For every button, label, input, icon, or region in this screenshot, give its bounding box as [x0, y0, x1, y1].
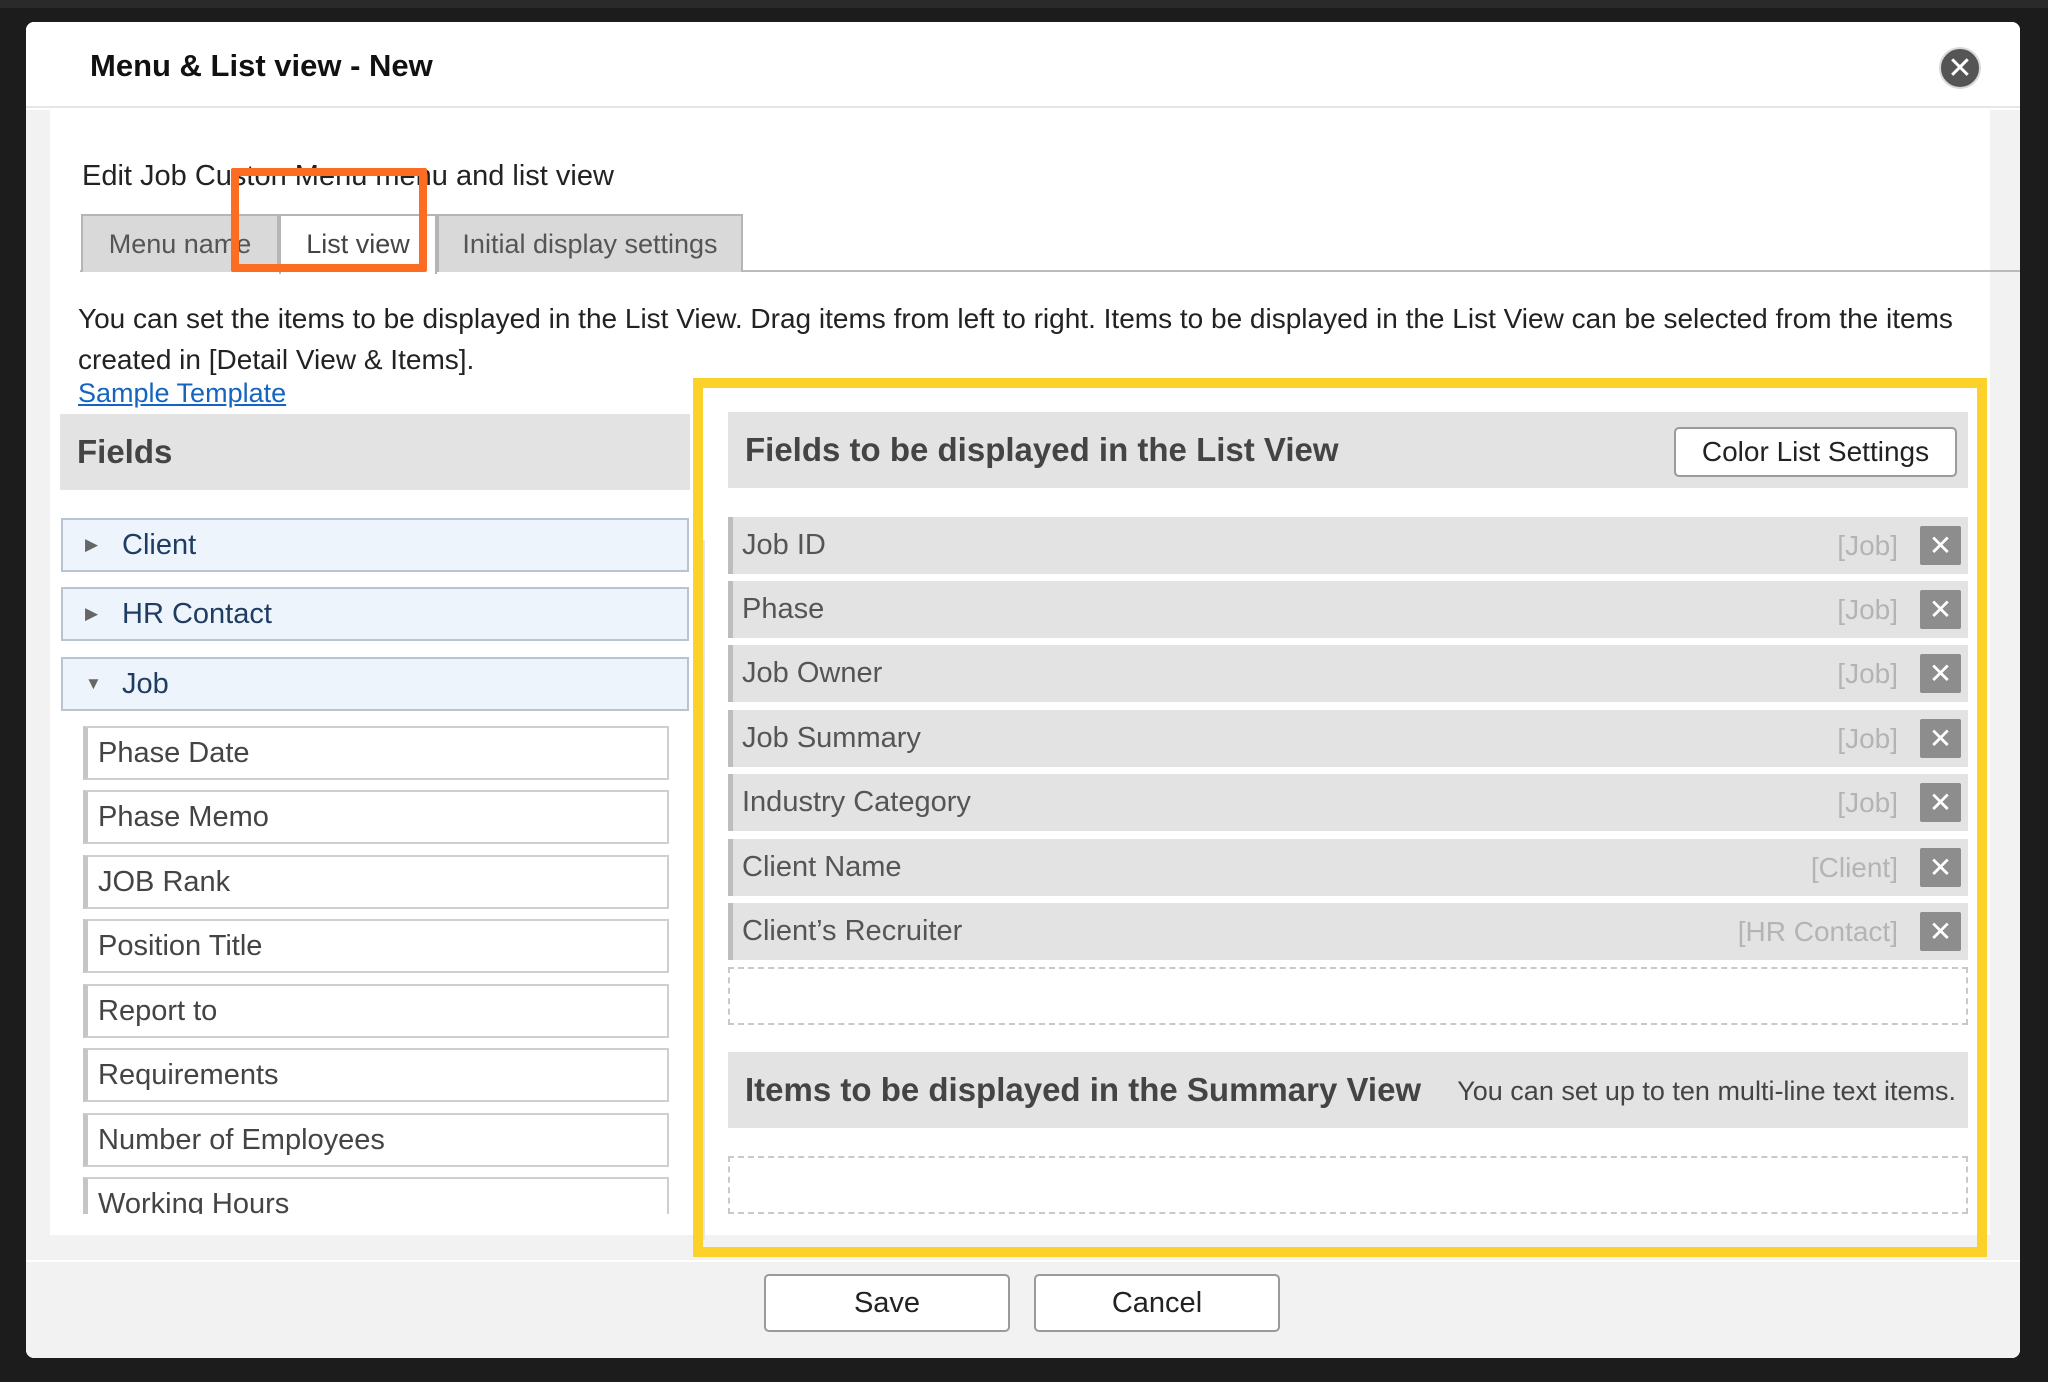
list-view-heading: Fields to be displayed in the List View: [745, 431, 1339, 468]
list-view-heading-bar: Fields to be displayed in the List View …: [728, 412, 1968, 488]
field-group-label: Client: [122, 529, 197, 561]
caret-down-icon: ▼: [85, 674, 102, 693]
remove-icon[interactable]: ✕: [1920, 590, 1961, 629]
tab-highlight-box: [231, 168, 427, 272]
selected-field-row[interactable]: Phase [Job] ✕: [728, 581, 1968, 638]
remove-icon[interactable]: ✕: [1920, 719, 1961, 758]
caret-right-icon: ▶: [85, 535, 99, 554]
field-group-label: Job: [122, 668, 169, 700]
selected-field-label: Client’s Recruiter: [742, 915, 963, 947]
selected-field-row[interactable]: Job ID [Job] ✕: [728, 517, 1968, 574]
list-view-dropzone[interactable]: [728, 967, 1968, 1025]
field-group-label: HR Contact: [122, 598, 272, 630]
summary-view-heading-bar: Items to be displayed in the Summary Vie…: [728, 1052, 1968, 1128]
selected-field-category: [Job]: [1837, 658, 1898, 689]
fields-heading: Fields: [60, 414, 690, 490]
list-view-description: You can set the items to be displayed in…: [78, 303, 1953, 375]
field-item[interactable]: Phase Memo: [83, 790, 669, 844]
fields-panel: Fields ▶ Client ▶ HR Contact ▼ Job Phase…: [60, 414, 690, 1214]
selected-field-row[interactable]: Client Name [Client] ✕: [728, 839, 1968, 896]
selected-field-row[interactable]: Industry Category [Job] ✕: [728, 774, 1968, 831]
list-view-panel: Fields to be displayed in the List View …: [713, 402, 1978, 1257]
save-button[interactable]: Save: [764, 1274, 1010, 1332]
remove-icon[interactable]: ✕: [1920, 848, 1961, 887]
remove-icon[interactable]: ✕: [1920, 654, 1961, 693]
summary-view-note: You can set up to ten multi-line text it…: [1457, 1076, 1956, 1106]
selected-field-category: [Client]: [1810, 852, 1898, 883]
caret-right-icon: ▶: [85, 604, 99, 623]
field-item[interactable]: Number of Employees: [83, 1113, 669, 1167]
selected-field-label: Client Name: [742, 851, 902, 883]
selected-field-label: Job ID: [742, 529, 826, 561]
selected-field-label: Job Summary: [742, 722, 921, 754]
selected-field-category: [Job]: [1837, 723, 1898, 754]
summary-view-heading: Items to be displayed in the Summary Vie…: [745, 1071, 1422, 1108]
field-group-job[interactable]: ▼ Job: [61, 657, 689, 711]
summary-view-dropzone[interactable]: [728, 1156, 1968, 1214]
field-item[interactable]: Position Title: [83, 919, 669, 973]
color-list-settings-button[interactable]: Color List Settings: [1674, 427, 1957, 477]
fields-scrollbar[interactable]: [695, 540, 705, 1240]
backdrop: [0, 0, 2048, 8]
selected-field-category: [Job]: [1837, 787, 1898, 818]
selected-field-category: [Job]: [1837, 530, 1898, 561]
field-item[interactable]: Phase Date: [83, 726, 669, 780]
selected-field-label: Phase: [742, 593, 825, 625]
selected-field-category: [HR Contact]: [1737, 916, 1898, 947]
close-icon[interactable]: ✕: [1939, 47, 1981, 89]
remove-icon[interactable]: ✕: [1920, 912, 1961, 951]
remove-icon[interactable]: ✕: [1920, 526, 1961, 565]
field-item[interactable]: JOB Rank: [83, 855, 669, 909]
modal-footer: Save Cancel: [26, 1262, 2020, 1358]
selected-field-row[interactable]: Client’s Recruiter [HR Contact] ✕: [728, 903, 1968, 960]
sample-template-link[interactable]: Sample Template: [78, 378, 286, 409]
field-group-hr-contact[interactable]: ▶ HR Contact: [61, 587, 689, 641]
field-item[interactable]: Report to: [83, 984, 669, 1038]
list-scrollbar[interactable]: [1977, 450, 1987, 1230]
selected-field-category: [Job]: [1837, 594, 1898, 625]
selected-field-label: Industry Category: [742, 786, 971, 818]
tab-initial-display-settings[interactable]: Initial display settings: [437, 214, 743, 272]
cancel-button[interactable]: Cancel: [1034, 1274, 1280, 1332]
remove-icon[interactable]: ✕: [1920, 783, 1961, 822]
field-group-client[interactable]: ▶ Client: [61, 518, 689, 572]
field-item[interactable]: Working Hours: [83, 1177, 669, 1214]
selected-field-row[interactable]: Job Owner [Job] ✕: [728, 645, 1968, 702]
modal-header: Menu & List view - New ✕: [26, 22, 2020, 108]
modal-title: Menu & List view - New: [90, 48, 433, 83]
field-item[interactable]: Requirements: [83, 1048, 669, 1102]
selected-field-label: Job Owner: [742, 657, 883, 689]
selected-field-row[interactable]: Job Summary [Job] ✕: [728, 710, 1968, 767]
